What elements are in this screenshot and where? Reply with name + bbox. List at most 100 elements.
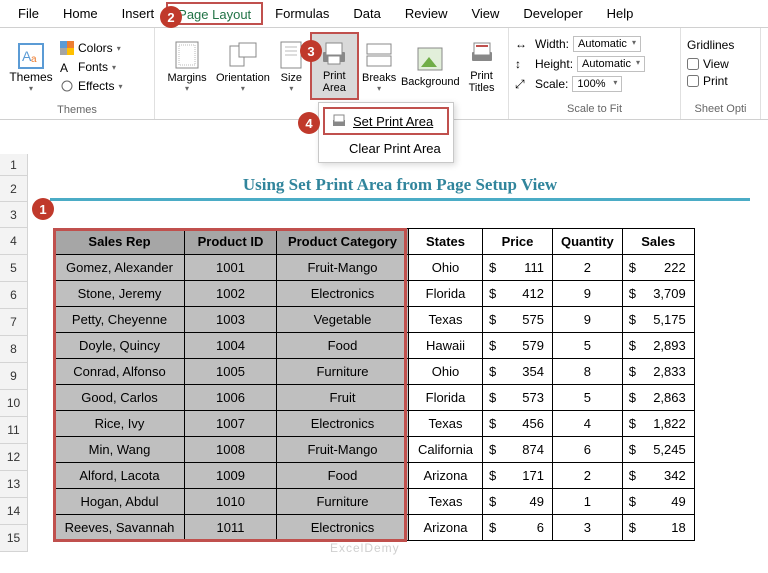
- cell[interactable]: Min, Wang: [55, 437, 185, 463]
- row-header-1[interactable]: 1: [0, 154, 28, 176]
- tab-developer[interactable]: Developer: [511, 0, 594, 27]
- cell[interactable]: 573: [483, 385, 553, 411]
- tab-insert[interactable]: Insert: [110, 0, 167, 27]
- effects-button[interactable]: Effects▾: [60, 79, 122, 93]
- row-header-11[interactable]: 11: [0, 417, 28, 444]
- tab-home[interactable]: Home: [51, 0, 110, 27]
- row-header-6[interactable]: 6: [0, 282, 28, 309]
- cell[interactable]: 6: [553, 437, 623, 463]
- cell[interactable]: 8: [553, 359, 623, 385]
- tab-file[interactable]: File: [6, 0, 51, 27]
- cell[interactable]: 2,833: [622, 359, 694, 385]
- cell[interactable]: 9: [553, 307, 623, 333]
- cell[interactable]: Florida: [409, 385, 483, 411]
- cell[interactable]: 49: [483, 489, 553, 515]
- scale-pct-input[interactable]: 100%▾: [572, 76, 622, 92]
- cell[interactable]: 1011: [185, 515, 277, 541]
- row-header-13[interactable]: 13: [0, 471, 28, 498]
- table-row[interactable]: Reeves, Savannah1011ElectronicsArizona63…: [55, 515, 695, 541]
- cell[interactable]: 456: [483, 411, 553, 437]
- gridlines-view-checkbox[interactable]: View: [687, 57, 754, 71]
- gridlines-print-checkbox[interactable]: Print: [687, 74, 754, 88]
- cell[interactable]: 5,175: [622, 307, 694, 333]
- cell[interactable]: Electronics: [277, 411, 409, 437]
- cell[interactable]: 6: [483, 515, 553, 541]
- cell[interactable]: 1004: [185, 333, 277, 359]
- table-row[interactable]: Conrad, Alfonso1005FurnitureOhio35482,83…: [55, 359, 695, 385]
- scale-width-select[interactable]: Automatic▾: [573, 36, 641, 52]
- cell[interactable]: Fruit-Mango: [277, 255, 409, 281]
- cell[interactable]: Gomez, Alexander: [55, 255, 185, 281]
- row-header-14[interactable]: 14: [0, 498, 28, 525]
- cell[interactable]: Reeves, Savannah: [55, 515, 185, 541]
- cell[interactable]: Texas: [409, 489, 483, 515]
- row-header-12[interactable]: 12: [0, 444, 28, 471]
- table-row[interactable]: Stone, Jeremy1002ElectronicsFlorida41293…: [55, 281, 695, 307]
- cell[interactable]: Electronics: [277, 281, 409, 307]
- cell[interactable]: Ohio: [409, 359, 483, 385]
- row-header-15[interactable]: 15: [0, 525, 28, 552]
- cell[interactable]: 111: [483, 255, 553, 281]
- cell[interactable]: 222: [622, 255, 694, 281]
- row-header-4[interactable]: 4: [0, 228, 28, 255]
- cell[interactable]: 1009: [185, 463, 277, 489]
- table-row[interactable]: Hogan, Abdul1010FurnitureTexas49149: [55, 489, 695, 515]
- set-print-area-item[interactable]: Set Print Area: [323, 107, 449, 135]
- tab-help[interactable]: Help: [595, 0, 646, 27]
- scale-height-select[interactable]: Automatic▾: [577, 56, 645, 72]
- cell[interactable]: 1005: [185, 359, 277, 385]
- cell[interactable]: 579: [483, 333, 553, 359]
- cell[interactable]: Stone, Jeremy: [55, 281, 185, 307]
- table-row[interactable]: Alford, Lacota1009FoodArizona1712342: [55, 463, 695, 489]
- cell[interactable]: 5,245: [622, 437, 694, 463]
- cell[interactable]: Petty, Cheyenne: [55, 307, 185, 333]
- row-header-3[interactable]: 3: [0, 202, 28, 228]
- fonts-button[interactable]: AFonts▾: [60, 60, 122, 74]
- cell[interactable]: 575: [483, 307, 553, 333]
- cell[interactable]: 1003: [185, 307, 277, 333]
- cell[interactable]: 9: [553, 281, 623, 307]
- tab-view[interactable]: View: [459, 0, 511, 27]
- cell[interactable]: Furniture: [277, 489, 409, 515]
- cell[interactable]: Fruit-Mango: [277, 437, 409, 463]
- cell[interactable]: Texas: [409, 307, 483, 333]
- cell[interactable]: Hogan, Abdul: [55, 489, 185, 515]
- table-row[interactable]: Petty, Cheyenne1003VegetableTexas57595,1…: [55, 307, 695, 333]
- tab-data[interactable]: Data: [341, 0, 392, 27]
- cell[interactable]: Conrad, Alfonso: [55, 359, 185, 385]
- cell[interactable]: 1007: [185, 411, 277, 437]
- cell[interactable]: Arizona: [409, 515, 483, 541]
- scale-pct-row[interactable]: ⤢Scale:100%▾: [515, 76, 674, 92]
- cell[interactable]: Fruit: [277, 385, 409, 411]
- cell[interactable]: 1001: [185, 255, 277, 281]
- cell[interactable]: Electronics: [277, 515, 409, 541]
- cell[interactable]: 18: [622, 515, 694, 541]
- tab-formulas[interactable]: Formulas: [263, 0, 341, 27]
- table-row[interactable]: Rice, Ivy1007ElectronicsTexas45641,822: [55, 411, 695, 437]
- row-header-10[interactable]: 10: [0, 390, 28, 417]
- table-row[interactable]: Min, Wang1008Fruit-MangoCalifornia87465,…: [55, 437, 695, 463]
- cell[interactable]: 49: [622, 489, 694, 515]
- cell[interactable]: 4: [553, 411, 623, 437]
- themes-button[interactable]: Aa Themes ▾: [6, 32, 56, 102]
- cell[interactable]: Doyle, Quincy: [55, 333, 185, 359]
- cell[interactable]: 412: [483, 281, 553, 307]
- cell[interactable]: Alford, Lacota: [55, 463, 185, 489]
- cell[interactable]: 1002: [185, 281, 277, 307]
- cell[interactable]: 1,822: [622, 411, 694, 437]
- cell[interactable]: 171: [483, 463, 553, 489]
- cell[interactable]: California: [409, 437, 483, 463]
- orientation-button[interactable]: Orientation▾: [213, 32, 273, 100]
- print-titles-button[interactable]: Print Titles: [461, 32, 502, 100]
- clear-print-area-item[interactable]: Clear Print Area: [321, 137, 451, 160]
- colors-button[interactable]: Colors▾: [60, 41, 122, 55]
- cell[interactable]: 1: [553, 489, 623, 515]
- breaks-button[interactable]: Breaks▾: [359, 32, 400, 100]
- tab-review[interactable]: Review: [393, 0, 460, 27]
- table-row[interactable]: Gomez, Alexander1001Fruit-MangoOhio11122…: [55, 255, 695, 281]
- cell[interactable]: 1008: [185, 437, 277, 463]
- cell[interactable]: Arizona: [409, 463, 483, 489]
- row-header-7[interactable]: 7: [0, 309, 28, 336]
- cell[interactable]: 1006: [185, 385, 277, 411]
- cell[interactable]: 5: [553, 385, 623, 411]
